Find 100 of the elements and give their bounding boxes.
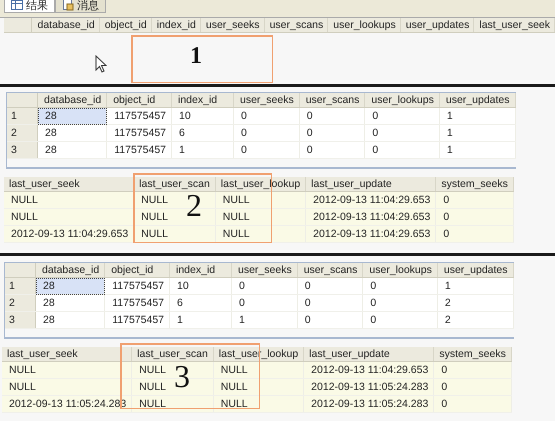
column-header[interactable]: database_id: [36, 263, 105, 278]
column-header[interactable]: last_user_seek: [2, 347, 132, 362]
row-number[interactable]: 3: [5, 312, 36, 328]
table-cell: NULL: [4, 208, 134, 226]
table-cell: 2012-09-13 11:05:24.283: [304, 396, 434, 412]
table-cell: 2012-09-13 11:05:24.283: [2, 396, 132, 412]
table-cell: 1: [439, 108, 516, 124]
column-header[interactable]: index_id: [170, 263, 232, 278]
column-header[interactable]: last_user_seek: [4, 177, 134, 192]
column-header[interactable]: object_id: [104, 263, 170, 278]
table-cell: 117575457: [104, 294, 170, 312]
table-cell: 1: [172, 142, 234, 158]
table-cell: NULL: [213, 362, 304, 378]
table-cell: 1: [170, 312, 232, 328]
table-cell: 0: [362, 278, 438, 294]
table-cell: 0: [232, 294, 298, 312]
table-cell: 117575457: [104, 312, 170, 328]
column-header[interactable]: last_user_seek: [474, 18, 554, 32]
table-cell: 28: [36, 312, 105, 328]
row-number[interactable]: 2: [5, 294, 36, 312]
table-cell: 0: [234, 124, 300, 142]
table-cell: 28: [36, 278, 105, 294]
mouse-cursor-icon: [95, 55, 107, 73]
table-cell: 6: [172, 124, 234, 142]
column-header[interactable]: system_seeks: [434, 347, 512, 362]
table-cell: 1: [439, 124, 516, 142]
table-cell: NULL: [134, 226, 216, 242]
column-header[interactable]: system_seeks: [436, 177, 514, 192]
table-cell: 0: [234, 108, 300, 124]
table-cell: 0: [364, 124, 440, 142]
table-cell: 117575457: [104, 278, 170, 294]
table-cell: NULL: [215, 226, 306, 242]
table-cell: 1: [232, 312, 298, 328]
table-cell: 0: [297, 294, 363, 312]
column-header[interactable]: user_lookups: [328, 18, 400, 32]
table-cell: 0: [297, 278, 363, 294]
table-cell: 0: [434, 362, 512, 378]
row-header-corner: [4, 18, 32, 32]
column-header[interactable]: database_id: [38, 93, 107, 108]
row-number[interactable]: 1: [7, 108, 38, 124]
table-cell: 0: [436, 226, 514, 242]
column-header[interactable]: index_id: [151, 18, 200, 32]
table-cell: 0: [299, 124, 365, 142]
table-cell: NULL: [2, 362, 132, 378]
table-cell: 2: [437, 294, 514, 312]
table-cell: NULL: [213, 378, 304, 396]
table-cell: 0: [436, 192, 514, 208]
column-header[interactable]: user_scans: [264, 18, 328, 32]
column-header[interactable]: user_seeks: [200, 18, 264, 32]
table-cell: 0: [434, 378, 512, 396]
column-header[interactable]: last_user_update: [306, 177, 436, 192]
column-header[interactable]: user_lookups: [362, 263, 438, 278]
column-header[interactable]: user_lookups: [364, 93, 440, 108]
row-number[interactable]: 1: [5, 278, 36, 294]
table-cell: 2012-09-13 11:04:29.653: [306, 192, 436, 208]
grid-icon: [11, 0, 23, 10]
table-cell: 2012-09-13 11:04:29.653: [304, 362, 434, 378]
row-number[interactable]: 2: [7, 124, 38, 142]
row-header-corner: [7, 93, 38, 108]
table-cell: 0: [234, 142, 300, 158]
column-header[interactable]: user_seeks: [234, 93, 300, 108]
table-cell: 2012-09-13 11:04:29.653: [4, 226, 134, 242]
column-header[interactable]: user_seeks: [232, 263, 298, 278]
column-header[interactable]: user_scans: [299, 93, 365, 108]
table-cell: 0: [232, 278, 298, 294]
row-header-corner: [5, 263, 36, 278]
column-header[interactable]: last_user_scan: [132, 347, 214, 362]
table-cell: 0: [434, 396, 512, 412]
table-cell: NULL: [215, 208, 306, 226]
column-header[interactable]: user_updates: [439, 93, 516, 108]
column-header[interactable]: last_user_update: [304, 347, 434, 362]
table-cell: NULL: [215, 192, 306, 208]
table-cell: 0: [297, 312, 363, 328]
document-icon: [62, 0, 74, 11]
table-cell: 0: [362, 312, 438, 328]
column-header[interactable]: database_id: [32, 18, 100, 32]
table-cell: 2012-09-13 11:04:29.653: [306, 226, 436, 242]
table-cell: NULL: [2, 378, 132, 396]
column-header[interactable]: user_scans: [297, 263, 363, 278]
table-cell: 2: [437, 312, 514, 328]
table-cell: 1: [439, 142, 516, 158]
column-header[interactable]: object_id: [106, 93, 172, 108]
column-header[interactable]: index_id: [172, 93, 234, 108]
column-header[interactable]: object_id: [99, 18, 152, 32]
column-header[interactable]: last_user_lookup: [213, 347, 304, 362]
column-header[interactable]: last_user_lookup: [215, 177, 306, 192]
column-header[interactable]: user_updates: [437, 263, 514, 278]
table-cell: 1: [437, 278, 514, 294]
table-cell: 0: [299, 142, 365, 158]
table-cell: 0: [364, 142, 440, 158]
table-cell: 28: [36, 294, 105, 312]
table-cell: 6: [170, 294, 232, 312]
table-cell: 2012-09-13 11:04:29.653: [306, 208, 436, 226]
table-cell: NULL: [4, 192, 134, 208]
annotation-number: 1: [190, 43, 202, 69]
column-header[interactable]: user_updates: [400, 18, 474, 32]
column-header[interactable]: last_user_scan: [134, 177, 216, 192]
table-cell: 28: [38, 142, 107, 158]
table-cell: 28: [38, 124, 107, 142]
row-number[interactable]: 3: [7, 142, 38, 158]
